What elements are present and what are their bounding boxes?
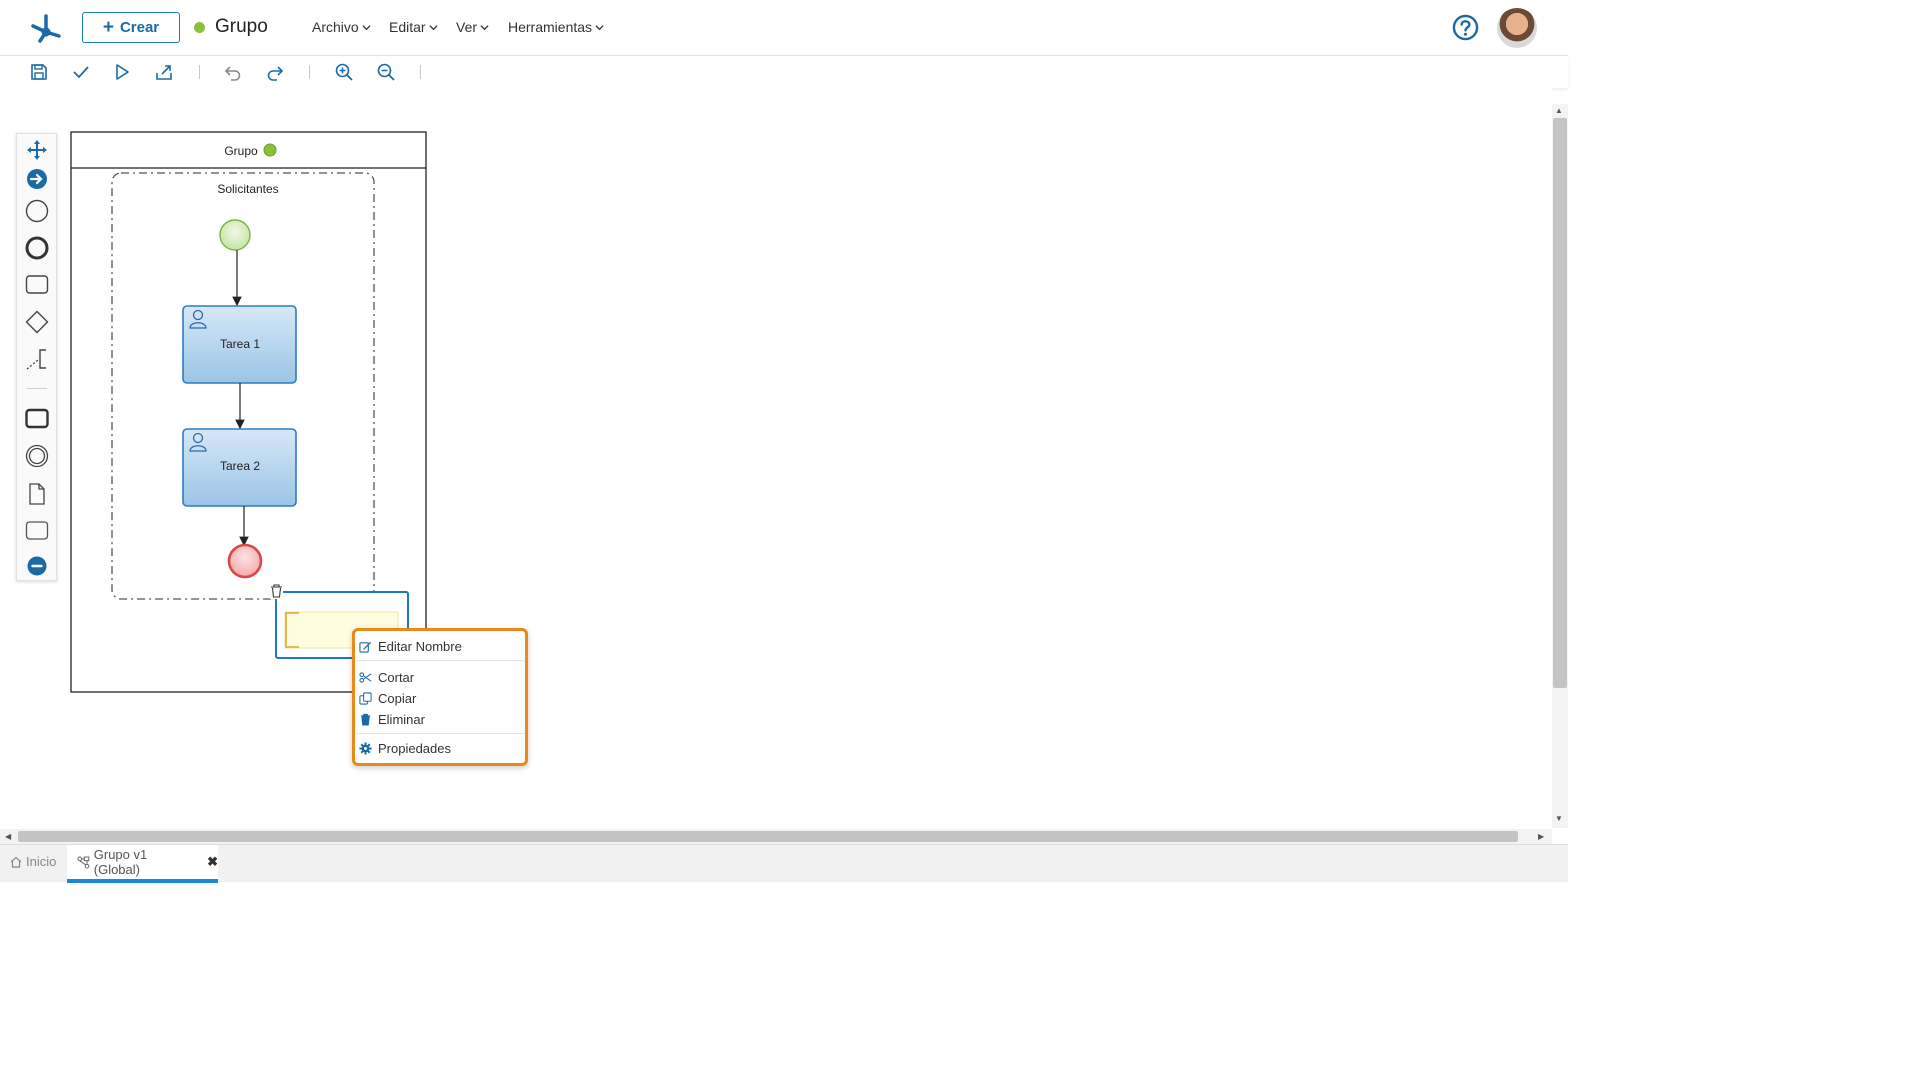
tab-home[interactable]: Inicio <box>10 854 56 869</box>
pool-status-indicator <box>263 143 277 157</box>
process-icon <box>77 856 90 868</box>
context-menu: Editar Nombre Cortar Copiar Eliminar Pro… <box>352 628 528 766</box>
horizontal-scrollbar-thumb[interactable] <box>18 831 1518 842</box>
menu-item-copy-label: Copiar <box>378 690 417 706</box>
end-event[interactable] <box>227 543 263 579</box>
scroll-left-icon[interactable]: ◀ <box>5 832 11 841</box>
menu-item-cut-label: Cortar <box>378 669 415 685</box>
home-icon <box>10 856 22 868</box>
annotation-icon[interactable] <box>25 347 49 371</box>
document-icon[interactable] <box>25 482 49 506</box>
start-event[interactable] <box>219 219 251 251</box>
gateway-icon[interactable] <box>25 310 49 334</box>
task-icon[interactable] <box>25 273 49 297</box>
menu-item-delete[interactable]: Eliminar <box>359 709 523 729</box>
menu-item-edit-name[interactable]: Editar Nombre <box>359 636 523 656</box>
menu-item-properties[interactable]: Propiedades <box>359 738 523 758</box>
task-2-label: Tarea 2 <box>220 459 260 473</box>
lane-label: Solicitantes <box>217 182 278 196</box>
scroll-down-icon[interactable]: ▼ <box>1555 814 1563 823</box>
subprocess-icon[interactable] <box>25 407 49 431</box>
group-icon[interactable] <box>25 519 49 543</box>
scissors-icon <box>359 671 372 683</box>
menu-item-properties-label: Propiedades <box>378 740 451 756</box>
scroll-right-icon[interactable]: ▶ <box>1538 832 1544 841</box>
tab-grupo-label: Grupo v1 (Global) <box>93 847 148 877</box>
scroll-up-icon[interactable]: ▲ <box>1555 106 1563 115</box>
menu-item-cut[interactable]: Cortar <box>359 667 523 687</box>
bpmn-diagram: Grupo Solicitantes Tarea 1 Tarea 2 <box>70 131 427 693</box>
bottom-tab-bar: Inicio Grupo v1 (Global) ✖ <box>0 844 1568 883</box>
start-event-icon[interactable] <box>25 199 49 223</box>
menu-item-delete-label: Eliminar <box>378 711 425 727</box>
trash-icon <box>360 713 371 726</box>
tab-grupo[interactable]: Grupo v1 (Global) ✖ <box>67 845 218 883</box>
menu-item-edit-name-label: Editar Nombre <box>378 638 462 654</box>
tab-home-label: Inicio <box>26 854 57 869</box>
gear-icon <box>359 741 372 755</box>
palette-separator <box>27 388 47 389</box>
edit-icon <box>359 641 372 653</box>
intermediate-event-icon[interactable] <box>25 444 49 468</box>
tool-palette <box>16 133 57 581</box>
collapse-icon[interactable] <box>25 554 49 578</box>
menu-separator <box>357 733 525 734</box>
task-1-label: Tarea 1 <box>220 337 260 351</box>
move-icon[interactable] <box>25 138 49 162</box>
connect-arrow-icon[interactable] <box>25 167 49 191</box>
close-icon[interactable]: ✖ <box>207 854 218 870</box>
menu-separator <box>357 660 525 661</box>
end-event-icon[interactable] <box>25 236 49 260</box>
copy-icon <box>359 691 372 705</box>
trash-icon[interactable] <box>270 584 283 599</box>
menu-item-copy[interactable]: Copiar <box>359 688 523 708</box>
vertical-scrollbar-thumb[interactable] <box>1553 118 1567 688</box>
pool-label: Grupo <box>224 144 258 158</box>
